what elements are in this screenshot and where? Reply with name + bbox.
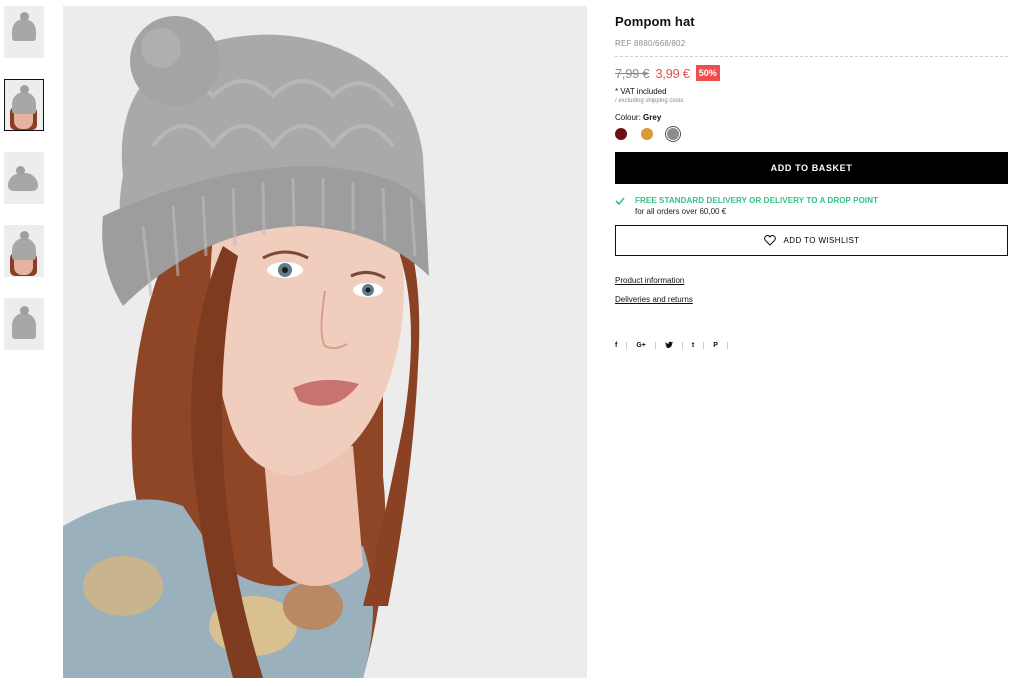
swatch-grey[interactable] — [665, 126, 681, 142]
thumbnail-model-side[interactable] — [4, 225, 44, 277]
colour-swatches — [615, 126, 1008, 142]
old-price: 7,99 € — [615, 65, 650, 81]
heart-icon — [763, 235, 776, 246]
swatch-mustard[interactable] — [641, 128, 653, 140]
divider — [681, 342, 683, 349]
thumbnail-model[interactable] — [4, 79, 44, 131]
thumbnail-hat-front[interactable] — [4, 298, 44, 350]
swatch-burgundy[interactable] — [615, 128, 627, 140]
colour-selector-label: Colour: Grey — [615, 113, 1008, 122]
thumbnail-hat-only[interactable] — [4, 6, 44, 58]
model-illustration — [63, 6, 587, 678]
product-information-link[interactable]: Product information — [615, 276, 1008, 285]
delivery-info: FREE STANDARD DELIVERY OR DELIVERY TO A … — [615, 196, 1008, 216]
add-to-wishlist-button[interactable]: ADD TO WISHLIST — [615, 225, 1008, 256]
check-icon — [615, 197, 625, 205]
delivery-subtitle: for all orders over 60,00 € — [635, 207, 727, 216]
hat-icon — [12, 85, 36, 114]
divider — [626, 342, 628, 349]
pinterest-icon[interactable]: P — [713, 342, 718, 349]
product-reference: REF 8880/668/802 — [615, 39, 686, 48]
main-product-image[interactable] — [63, 6, 587, 678]
social-share-bar: f G+ t P — [615, 341, 1008, 350]
hat-icon — [12, 231, 36, 260]
twitter-icon[interactable] — [664, 341, 673, 350]
tumblr-icon[interactable]: t — [692, 342, 694, 349]
wishlist-label: ADD TO WISHLIST — [783, 236, 860, 245]
facebook-icon[interactable]: f — [615, 342, 617, 349]
thumbnail-hat-side[interactable] — [4, 152, 44, 204]
hat-icon — [8, 166, 38, 191]
sale-price: 3,99 € — [655, 65, 690, 81]
product-details-panel: Pompom hat REF 8880/668/802 7,99 € 3,99 … — [615, 12, 1008, 350]
colour-label: Colour: — [615, 113, 641, 122]
vat-note: * VAT included — [615, 87, 667, 96]
product-title: Pompom hat — [615, 14, 695, 29]
shipping-cost-note: / excluding shipping costs — [615, 98, 684, 104]
divider — [726, 342, 728, 349]
divider — [703, 342, 705, 349]
colour-value: Grey — [643, 113, 662, 122]
discount-badge: 50% — [695, 65, 720, 81]
google-plus-icon[interactable]: G+ — [636, 342, 646, 349]
hat-icon — [12, 12, 36, 41]
divider — [654, 342, 656, 349]
delivery-title: FREE STANDARD DELIVERY OR DELIVERY TO A … — [635, 196, 879, 205]
add-to-basket-button[interactable]: ADD TO BASKET — [615, 152, 1008, 184]
deliveries-returns-link[interactable]: Deliveries and returns — [615, 295, 1008, 304]
thumbnail-gallery — [4, 6, 44, 371]
divider — [615, 56, 1008, 57]
hat-icon — [12, 306, 36, 339]
price-row: 7,99 € 3,99 € 50% — [615, 65, 1008, 81]
